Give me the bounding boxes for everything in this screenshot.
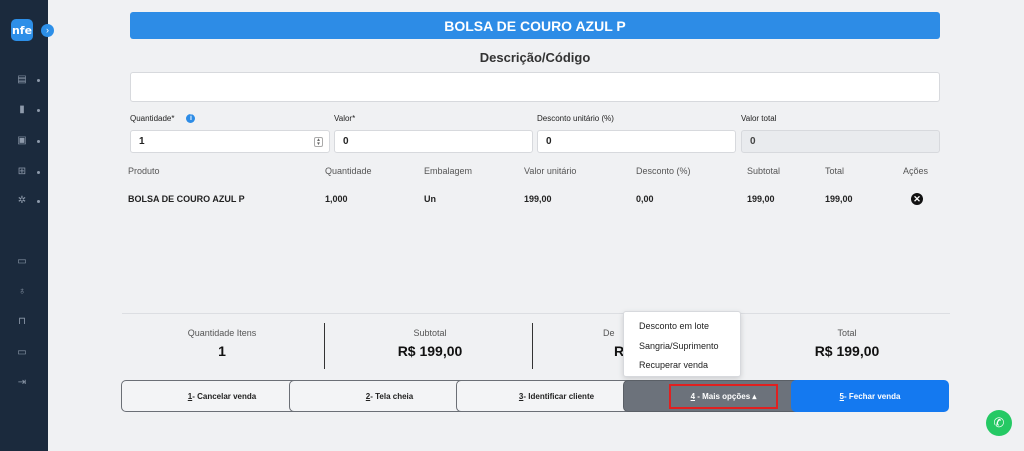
- col-valor-unitario: Valor unitário: [524, 166, 577, 176]
- more-options-label: - Mais opções ▴: [695, 391, 757, 401]
- menu-item-desconto-lote[interactable]: Desconto em lote: [624, 318, 740, 338]
- whatsapp-icon[interactable]: ✆: [986, 410, 1012, 436]
- items-value: 1: [218, 343, 226, 359]
- quantidade-label-text: Quantidade*: [130, 114, 175, 123]
- quantidade-value: 1: [139, 136, 145, 147]
- cancel-sale-label: - Cancelar venda: [192, 391, 257, 401]
- divider: [324, 323, 325, 369]
- highlight-box: 4 - Mais opções ▴: [668, 383, 779, 409]
- submenu-dot: [37, 79, 40, 82]
- identify-client-label: - Identificar cliente: [523, 391, 595, 401]
- image-icon[interactable]: ▣: [16, 135, 28, 147]
- quantidade-label: Quantidade* i: [130, 114, 196, 124]
- valor-total-field: 0: [741, 130, 940, 153]
- items-label: Quantidade Itens: [187, 328, 257, 338]
- lock-icon[interactable]: ⊓: [16, 316, 28, 328]
- menu-item-sangria[interactable]: Sangria/Suprimento: [624, 338, 740, 358]
- microphone-icon[interactable]: ♁: [16, 286, 28, 298]
- chart-icon[interactable]: ▮: [16, 104, 28, 116]
- menu-item-recuperar-venda[interactable]: Recuperar venda: [624, 357, 740, 377]
- subtotal-value: R$ 199,00: [397, 343, 463, 359]
- col-acoes: Ações: [903, 166, 929, 176]
- desconto-label: Desconto unitário (%): [537, 114, 614, 123]
- search-input[interactable]: [130, 72, 940, 102]
- info-icon[interactable]: i: [186, 114, 196, 124]
- col-subtotal: Subtotal: [747, 166, 781, 176]
- desconto-field[interactable]: 0: [537, 130, 736, 153]
- quantidade-field[interactable]: 1 ▴ ▾: [130, 130, 330, 153]
- col-total: Total: [825, 166, 845, 176]
- fullscreen-label: - Tela cheia: [370, 391, 414, 401]
- row-embalagem: Un: [424, 194, 436, 204]
- remove-item-icon[interactable]: ✕: [911, 193, 923, 205]
- row-desconto: 0,00: [636, 194, 654, 204]
- divider: [122, 313, 950, 314]
- dashboard-icon[interactable]: ▤: [16, 74, 28, 86]
- row-quantidade: 1,000: [325, 194, 348, 204]
- total-value: R$ 199,00: [814, 343, 880, 359]
- valor-label: Valor*: [334, 114, 356, 123]
- row-total: 199,00: [825, 194, 853, 204]
- valor-total-label: Valor total: [741, 114, 777, 123]
- row-valor-unitario: 199,00: [524, 194, 552, 204]
- col-quantidade: Quantidade: [325, 166, 372, 176]
- subtotal-label: Subtotal: [413, 328, 447, 338]
- submenu-dot: [37, 200, 40, 203]
- pdv-main: BOLSA DE COURO AZUL P Descrição/Código Q…: [48, 0, 1024, 451]
- col-embalagem: Embalagem: [424, 166, 473, 176]
- total-label: Total: [837, 328, 857, 338]
- col-produto: Produto: [128, 166, 160, 176]
- gear-icon[interactable]: ✲: [16, 195, 28, 207]
- nfe-logo[interactable]: nfe: [11, 19, 33, 41]
- collapse-sidebar-button[interactable]: ›: [41, 24, 54, 37]
- col-desconto: Desconto (%): [636, 166, 691, 176]
- row-subtotal: 199,00: [747, 194, 775, 204]
- divider: [532, 323, 533, 369]
- row-produto: BOLSA DE COURO AZUL P: [128, 194, 245, 204]
- chat-icon[interactable]: ▭: [16, 256, 28, 268]
- quantity-stepper-icon[interactable]: ▴ ▾: [314, 137, 323, 147]
- close-sale-button[interactable]: 5 - Fechar venda: [791, 380, 949, 412]
- submenu-dot: [37, 109, 40, 112]
- submenu-dot: [37, 140, 40, 143]
- more-options-menu: Desconto em lote Sangria/Suprimento Recu…: [623, 311, 741, 377]
- close-sale-label: - Fechar venda: [843, 391, 901, 401]
- cart-icon[interactable]: ⊞: [16, 166, 28, 178]
- exit-icon[interactable]: ⇥: [16, 377, 28, 389]
- search-label: Descrição/Código: [479, 50, 591, 65]
- valor-field[interactable]: 0: [334, 130, 533, 153]
- product-title-bar: BOLSA DE COURO AZUL P: [130, 12, 940, 39]
- monitor-icon[interactable]: ▭: [16, 347, 28, 359]
- submenu-dot: [37, 171, 40, 174]
- sidebar: nfe ▤ ▮ ▣ ⊞ ✲ ▭ ♁ ⊓ ▭ ⇥: [0, 0, 48, 451]
